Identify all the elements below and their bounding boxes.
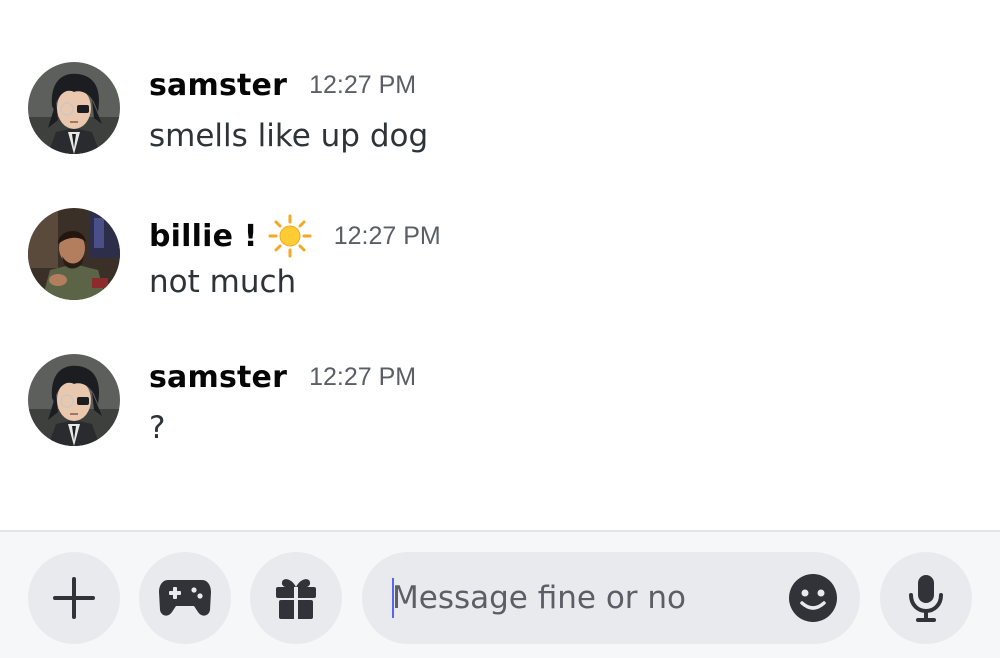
message-text: ? [149, 410, 166, 446]
gift-icon [276, 579, 316, 619]
avatar[interactable] [28, 62, 120, 154]
message-item: samster 12:27 PM smells like up dog [28, 62, 968, 158]
avatar[interactable] [28, 208, 120, 300]
message-text: not much [149, 264, 297, 300]
message-header: samster 12:27 PM [149, 360, 416, 395]
timestamp: 12:27 PM [309, 363, 417, 391]
sun-emoji-icon [268, 214, 312, 258]
timestamp: 12:27 PM [333, 221, 441, 250]
username[interactable]: samster [149, 68, 287, 103]
message-header: samster 12:27 PM [149, 68, 416, 103]
message-list: samster 12:27 PM smells like up dog bill… [0, 0, 1000, 530]
username[interactable]: samster [149, 360, 287, 395]
person-avatar-image [28, 208, 120, 300]
message-input-container[interactable] [362, 552, 860, 644]
message-composer [0, 532, 1000, 658]
message-text: smells like up dog [149, 118, 429, 154]
emoji-picker-button[interactable] [788, 573, 838, 623]
message-input[interactable] [392, 552, 772, 644]
username[interactable]: billie ! [149, 219, 258, 254]
timestamp: 12:27 PM [309, 71, 417, 99]
gamepad-icon [159, 580, 211, 616]
voice-message-button[interactable] [880, 552, 972, 644]
message-header: billie ! 12:27 PM [149, 214, 441, 258]
microphone-icon [909, 575, 943, 622]
emoji-icon [789, 574, 837, 622]
anime-avatar-image [28, 354, 120, 446]
activities-button[interactable] [139, 552, 231, 644]
gift-button[interactable] [250, 552, 342, 644]
add-attachment-button[interactable] [28, 552, 120, 644]
message-item: samster 12:27 PM ? [28, 354, 968, 450]
message-item: billie ! 12:27 PM not much [28, 208, 968, 304]
anime-avatar-image [28, 62, 120, 154]
plus-icon [53, 577, 95, 619]
avatar[interactable] [28, 354, 120, 446]
